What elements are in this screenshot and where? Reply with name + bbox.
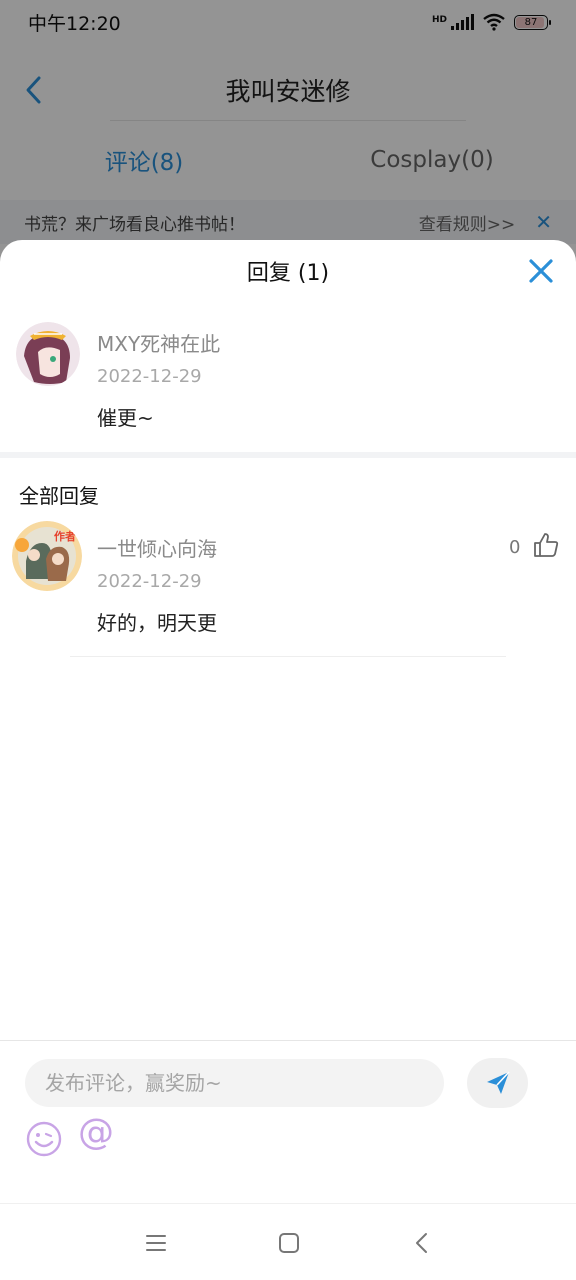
avatar[interactable] (16, 322, 80, 386)
comment-user-name[interactable]: MXY死神在此 (97, 328, 220, 357)
comment-text: 催更~ (97, 406, 154, 430)
menu-icon[interactable] (141, 1228, 171, 1258)
reply-user-name[interactable]: 一世倾心向海 (97, 533, 217, 562)
send-icon (486, 1071, 510, 1094)
comment-input[interactable] (25, 1059, 444, 1107)
reply-divider (70, 656, 506, 657)
comment-date: 2022-12-29 (97, 366, 202, 387)
emoji-icon[interactable] (26, 1121, 62, 1157)
send-button[interactable] (467, 1058, 528, 1108)
section-divider (0, 452, 576, 458)
comment-composer: @ (0, 1040, 576, 1203)
reply-text: 好的，明天更 (97, 611, 217, 635)
at-icon[interactable]: @ (78, 1115, 114, 1151)
author-badge: 作者 (54, 530, 76, 543)
reply-date: 2022-12-29 (97, 571, 202, 592)
avatar[interactable]: 作者 (12, 521, 82, 591)
sheet-header: 回复 (1) (0, 240, 576, 302)
like-icon[interactable] (532, 531, 560, 559)
sheet-title: 回复 (1) (246, 261, 330, 286)
back-nav-icon[interactable] (407, 1228, 437, 1258)
home-icon[interactable] (274, 1228, 304, 1258)
close-icon[interactable] (528, 258, 554, 284)
all-replies-heading: 全部回复 (19, 484, 99, 508)
system-nav-bar (0, 1203, 576, 1280)
like-count: 0 (509, 537, 521, 558)
